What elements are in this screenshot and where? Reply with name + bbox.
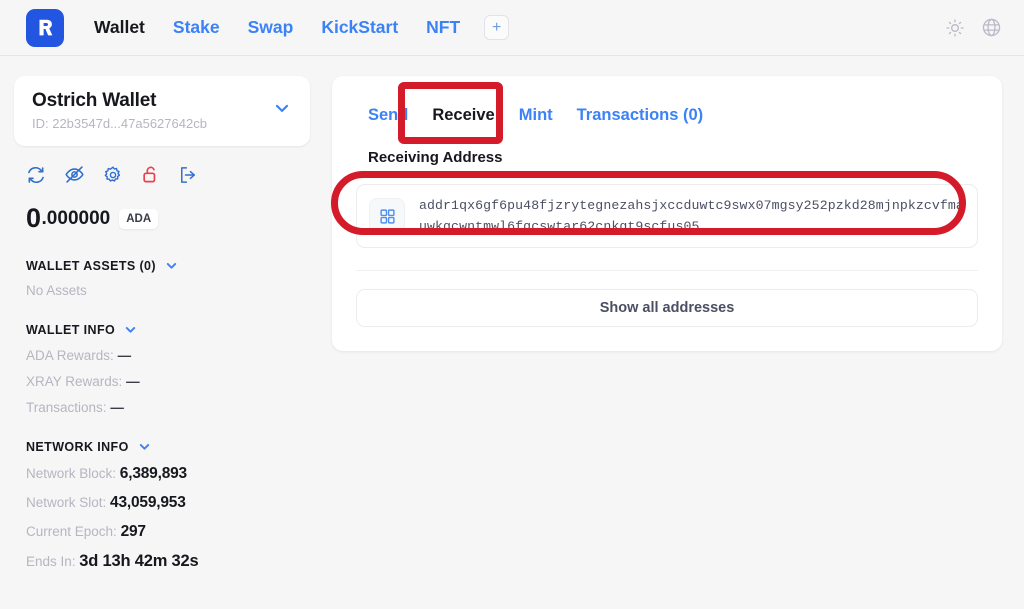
wallet-balance: 0 .000000 ADA [14,185,310,234]
tab-receive[interactable]: Receive [420,98,506,133]
receiving-address-label: Receiving Address [368,149,503,166]
nav-item-kickstart[interactable]: KickStart [307,11,412,44]
receive-panel: Send Receive Mint Transactions (0) Recei… [331,76,1002,351]
network-value: 3d 13h 42m 32s [79,552,199,570]
sidebar: Ostrich Wallet ID: 22b3547d...47a5627642… [14,76,310,571]
chevron-down-icon[interactable] [164,258,179,273]
main-nav: Wallet Stake Swap KickStart NFT + [80,11,510,44]
chevron-down-icon[interactable] [137,439,152,454]
no-assets-text: No Assets [26,283,87,298]
network-row-epoch: Current Epoch: 297 [14,512,310,541]
info-label: XRAY Rewards: [26,374,123,389]
page-body: Ostrich Wallet ID: 22b3547d...47a5627642… [0,56,1024,571]
wallet-assets-section-header[interactable]: WALLET ASSETS (0) [14,234,310,273]
eye-off-icon[interactable] [64,164,85,185]
logout-icon[interactable] [178,165,198,185]
network-row-slot: Network Slot: 43,059,953 [14,483,310,512]
info-row-transactions: Transactions: — [14,389,310,415]
refresh-icon[interactable] [26,165,46,185]
balance-unit-badge: ADA [119,208,159,229]
wallet-action-icons [14,146,310,185]
nav-item-nft[interactable]: NFT [412,11,474,44]
top-bar-actions [945,17,1002,38]
network-label: Network Block: [26,466,117,481]
receiving-address-box[interactable]: addr1qx6gf6pu48fjzrytegnezahsjxccduwtc9s… [356,184,978,248]
receiving-address-value: addr1qx6gf6pu48fjzrytegnezahsjxccduwtc9s… [419,198,964,234]
network-value: 297 [120,523,146,540]
network-label: Ends In: [26,554,76,569]
info-label: ADA Rewards: [26,348,114,363]
tab-transactions[interactable]: Transactions (0) [565,98,716,133]
main-content: Send Receive Mint Transactions (0) Recei… [331,76,1002,571]
nav-item-swap[interactable]: Swap [234,11,308,44]
app-logo[interactable] [26,8,64,47]
info-value: — [126,374,140,389]
tab-mint[interactable]: Mint [507,98,565,133]
info-value: — [117,348,132,363]
wallet-card-text: Ostrich Wallet ID: 22b3547d...47a5627642… [32,90,272,131]
wallet-info-section-header[interactable]: WALLET INFO [14,298,310,337]
tab-send[interactable]: Send [356,98,420,133]
wallet-assets-title: WALLET ASSETS (0) [26,258,156,273]
gear-icon[interactable] [103,165,123,185]
unlock-icon[interactable] [141,165,160,184]
chevron-down-icon[interactable] [272,98,292,123]
info-value: — [110,400,124,415]
network-info-section-header[interactable]: NETWORK INFO [14,415,310,454]
balance-integer: 0 [26,203,41,233]
network-value: 43,059,953 [110,494,186,511]
sun-icon[interactable] [945,18,965,38]
qr-code-icon[interactable] [369,198,405,234]
balance-decimals: .000000 [41,207,111,229]
info-label: Transactions: [26,400,107,415]
top-navigation-bar: Wallet Stake Swap KickStart NFT + [0,0,1024,56]
wallet-tabs: Send Receive Mint Transactions (0) [356,92,978,137]
info-row-xray-rewards: XRAY Rewards: — [14,363,310,389]
network-value: 6,389,893 [119,465,187,482]
network-label: Network Slot: [26,495,107,510]
wallet-id: ID: 22b3547d...47a5627642cb [32,116,207,131]
add-tab-button[interactable]: + [484,15,510,40]
panel-divider [356,270,978,271]
wallet-selector-card[interactable]: Ostrich Wallet ID: 22b3547d...47a5627642… [14,76,310,146]
wallet-info-title: WALLET INFO [26,322,116,337]
network-row-ends-in: Ends In: 3d 13h 42m 32s [14,541,310,571]
wallet-name: Ostrich Wallet [32,90,157,111]
network-info-title: NETWORK INFO [26,439,129,454]
logo-r-icon [39,19,53,35]
network-row-block: Network Block: 6,389,893 [14,454,310,483]
nav-item-stake[interactable]: Stake [159,11,234,44]
globe-icon[interactable] [981,17,1002,38]
show-all-addresses-button[interactable]: Show all addresses [356,289,978,327]
network-label: Current Epoch: [26,524,117,539]
nav-item-wallet[interactable]: Wallet [80,11,159,44]
info-row-ada-rewards: ADA Rewards: — [14,337,310,363]
chevron-down-icon[interactable] [123,322,138,337]
